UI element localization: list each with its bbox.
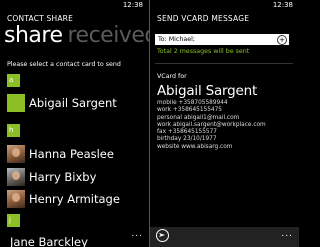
recipient-value: To: Michael; bbox=[158, 36, 195, 43]
vcard-details: mobile +358705589944 work +358645155475 … bbox=[157, 100, 266, 151]
messages-status: Total 2 messages will be sent bbox=[157, 48, 250, 55]
contact-name: Hanna Peaslee bbox=[29, 147, 114, 161]
group-header-h[interactable]: h bbox=[7, 124, 20, 137]
pivot-item-received[interactable]: received bbox=[67, 23, 149, 48]
more-options-button[interactable]: ... bbox=[281, 229, 293, 239]
app-title: SEND VCARD MESSAGE bbox=[157, 14, 250, 23]
pivot-header: sharereceivedc bbox=[4, 23, 149, 49]
app-bar: ... bbox=[0, 227, 149, 247]
contact-avatar bbox=[7, 145, 25, 163]
contact-name: Henry Armitage bbox=[29, 192, 120, 206]
app-title: CONTACT SHARE bbox=[7, 14, 74, 23]
recipient-field[interactable]: To: Michael; + bbox=[155, 34, 289, 45]
vcard-mobile: mobile +358705589944 bbox=[157, 100, 228, 106]
contact-share-screen: 12:38 CONTACT SHARE sharereceivedc Pleas… bbox=[0, 0, 149, 247]
group-header-a[interactable]: a bbox=[7, 74, 20, 87]
contact-avatar bbox=[7, 94, 25, 112]
vcard-work-email: work abigail.sargent@workplace.com bbox=[157, 121, 266, 128]
app-bar: ... bbox=[150, 227, 299, 247]
vcard-name: Abigail Sargent bbox=[157, 83, 258, 99]
contact-avatar bbox=[7, 168, 25, 186]
vcard-work-phone: work +358645155475 bbox=[157, 107, 222, 114]
vcard-for-label: VCard for bbox=[157, 73, 187, 80]
status-time: 12:38 bbox=[272, 1, 293, 9]
send-vcard-screen: 12:38 SEND VCARD MESSAGE To: Michael; + … bbox=[150, 0, 299, 247]
more-options-button[interactable]: ... bbox=[131, 229, 143, 239]
contact-name: Abigail Sargent bbox=[29, 96, 117, 110]
divider bbox=[155, 63, 293, 64]
group-header-j[interactable]: j bbox=[7, 214, 20, 227]
vcard-personal-email: personal abigail1@mail.com bbox=[157, 114, 240, 121]
pivot-item-share[interactable]: share bbox=[4, 23, 63, 48]
vcard-fax: fax +358645155577 bbox=[157, 129, 217, 136]
send-icon[interactable] bbox=[156, 229, 169, 242]
contact-name: Harry Bixby bbox=[29, 170, 97, 184]
vcard-website: website www.abisarg.com bbox=[157, 143, 233, 150]
add-icon[interactable]: + bbox=[277, 35, 287, 45]
status-time: 12:38 bbox=[122, 1, 143, 9]
vcard-birthday: birthday 23/10/1977 bbox=[157, 136, 217, 143]
contact-avatar bbox=[7, 190, 25, 208]
instruction-text: Please select a contact card to send bbox=[7, 61, 121, 68]
